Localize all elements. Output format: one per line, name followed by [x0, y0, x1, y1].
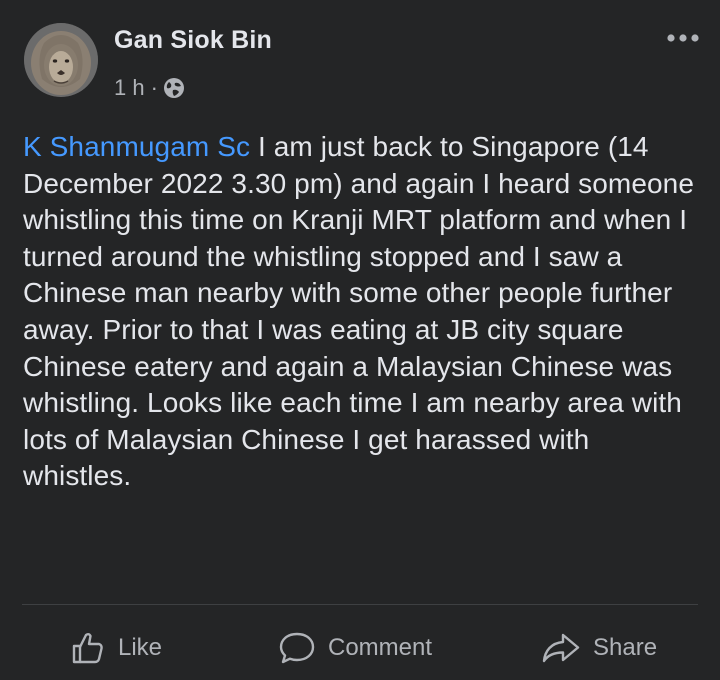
comment-label: Comment [328, 634, 433, 661]
comment-bubble-icon [278, 630, 316, 666]
more-options-icon [667, 34, 699, 42]
post-text: I am just back to Singapore (14 December… [23, 131, 695, 492]
comment-button[interactable]: Comment [278, 620, 432, 676]
share-arrow-icon [541, 630, 581, 666]
like-button[interactable]: Like [70, 620, 162, 676]
share-button[interactable]: Share [541, 620, 657, 676]
author-name[interactable]: Gan Siok Bin [114, 26, 272, 55]
post-card: Gan Siok Bin 1 h · K Shanmugam Sc I am j… [0, 0, 720, 680]
more-options-button[interactable] [664, 25, 702, 51]
post-body: K Shanmugam Sc I am just back to Singapo… [23, 129, 703, 495]
post-time[interactable]: 1 h [114, 75, 145, 101]
share-label: Share [593, 634, 658, 661]
lion-avatar-image [24, 23, 98, 97]
divider [22, 604, 698, 605]
avatar[interactable] [24, 23, 98, 97]
mention-link[interactable]: K Shanmugam Sc [23, 131, 250, 162]
thumbs-up-icon [70, 630, 106, 666]
post-meta: 1 h · [114, 73, 185, 103]
meta-separator: · [150, 75, 158, 100]
like-label: Like [118, 634, 163, 661]
globe-icon [163, 77, 185, 99]
action-bar: Like Comment Share [0, 620, 720, 676]
